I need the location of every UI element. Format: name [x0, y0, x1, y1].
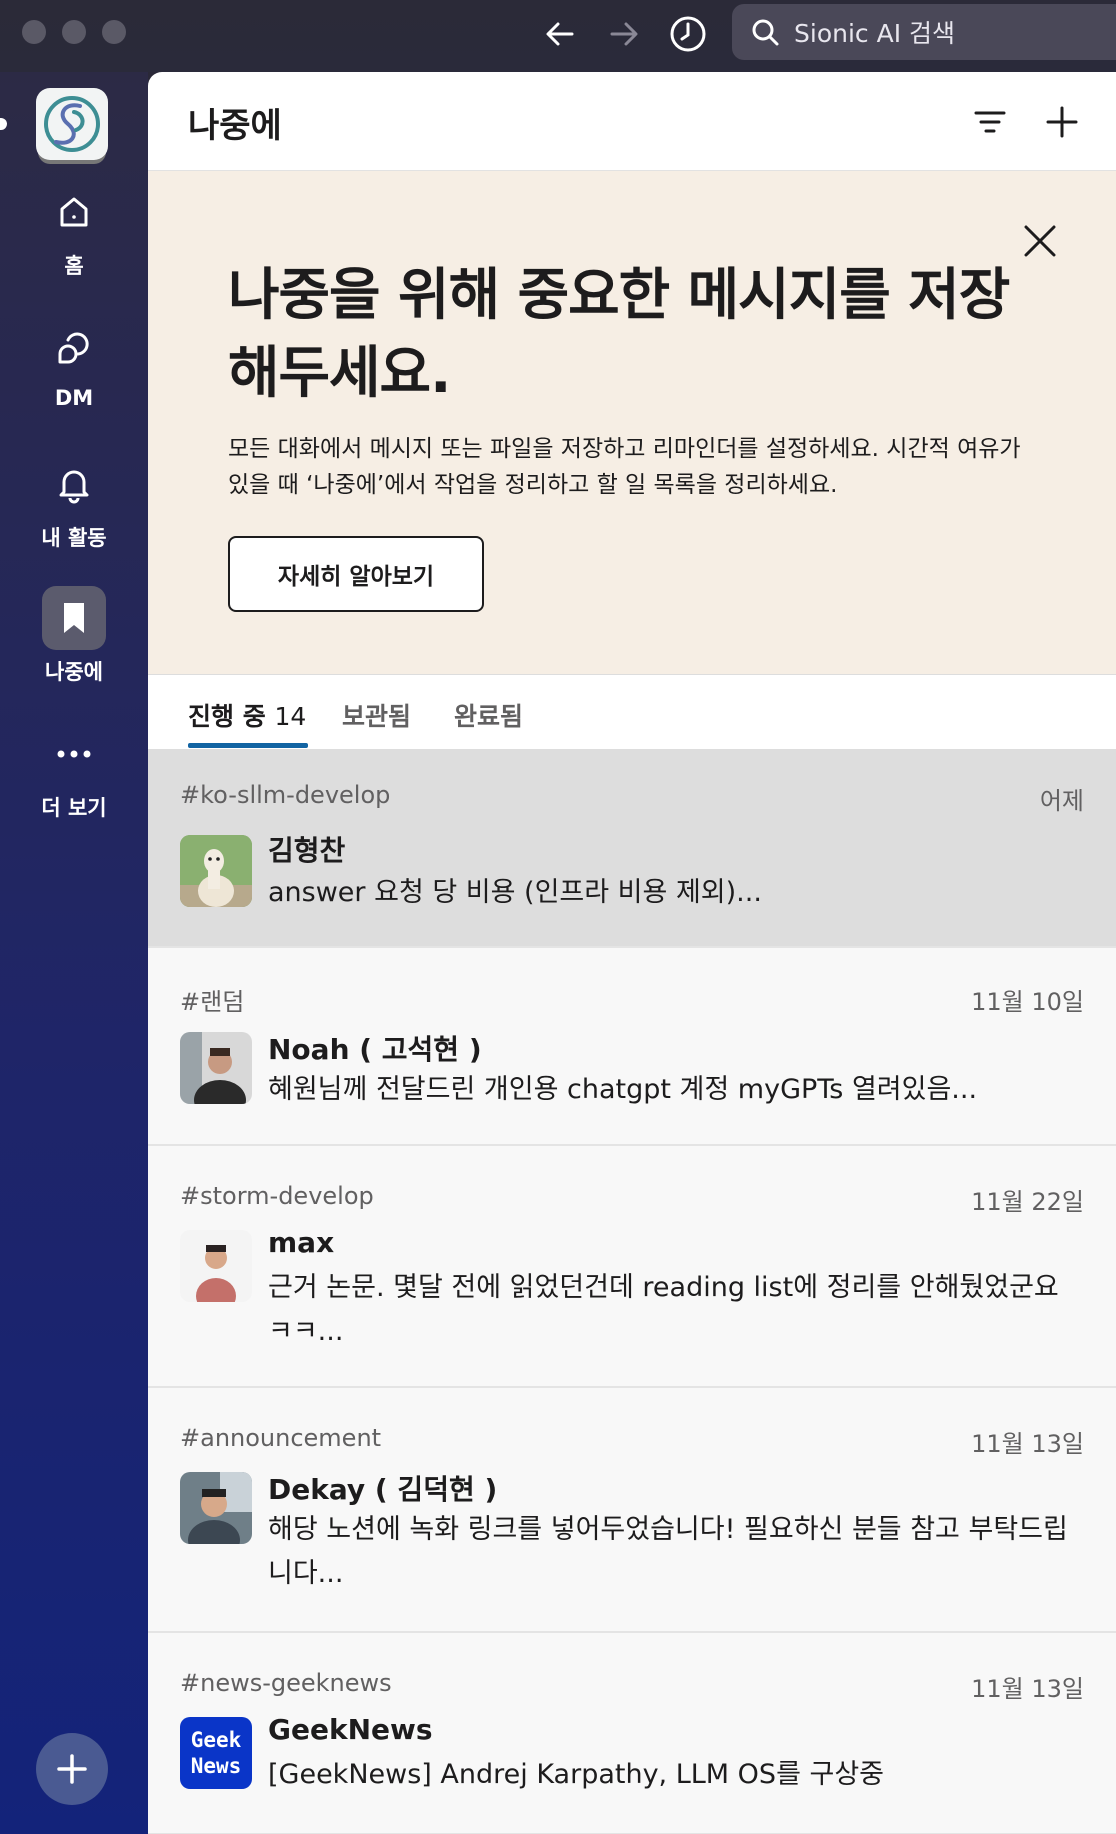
list-item[interactable]: #ko-sllm-develop 어제 김형찬 answer 요청 당 비용 (…	[148, 751, 1116, 948]
rail-item-more[interactable]: 더 보기	[0, 722, 148, 822]
bookmark-icon	[42, 586, 106, 650]
geeknews-logo: Geek News	[180, 1717, 252, 1789]
back-button[interactable]	[536, 10, 584, 58]
list-item[interactable]: #랜덤 11월 10일 Noah ( 고석현 ) 혜원님께 전달드린 개인용 c…	[148, 948, 1116, 1146]
page-title: 나중에	[188, 106, 282, 146]
plus-icon	[57, 1754, 87, 1784]
logo-text-line-1: Geek	[190, 1728, 242, 1752]
message-preview: answer 요청 당 비용 (인프라 비용 제외)...	[268, 877, 762, 908]
plus-icon	[1046, 106, 1078, 138]
list-item[interactable]: #announcement 11월 13일 Dekay ( 김덕현 ) 해당 노…	[148, 1388, 1116, 1633]
add-later-button[interactable]	[1040, 100, 1084, 144]
channel-name: #랜덤	[180, 988, 245, 1016]
message-preview: 혜원님께 전달드린 개인용 chatgpt 계정 myGPTs 열려있음...	[268, 1074, 978, 1105]
promo-close-button[interactable]	[1018, 219, 1062, 263]
channel-name: #ko-sllm-develop	[180, 781, 391, 809]
later-panel: 나중에 나중을 위해 중요한 메시지를 저장해두세요. 모든 대화에서 메시지 …	[148, 72, 1116, 1834]
tab-label: 진행 중	[188, 702, 266, 731]
filter-button[interactable]	[970, 102, 1010, 142]
sender-name: 김형찬	[268, 834, 346, 867]
sender-name: Dekay ( 김덕현 )	[268, 1473, 498, 1506]
filter-icon	[974, 111, 1006, 133]
rail-item-later[interactable]: 나중에	[0, 586, 148, 686]
arrow-left-icon	[546, 22, 574, 46]
tab-count: 14	[274, 702, 307, 731]
saved-date: 11월 13일	[971, 1430, 1084, 1458]
window-close-dot[interactable]	[22, 20, 46, 44]
saved-date: 11월 10일	[971, 988, 1084, 1016]
list-item[interactable]: #news-geeknews 11월 13일 Geek News GeekNew…	[148, 1633, 1116, 1834]
window-minimize-dot[interactable]	[62, 20, 86, 44]
close-icon	[1024, 225, 1056, 257]
channel-name: #announcement	[180, 1424, 382, 1452]
promo-banner: 나중을 위해 중요한 메시지를 저장해두세요. 모든 대화에서 메시지 또는 파…	[148, 171, 1116, 674]
forward-button[interactable]	[600, 10, 648, 58]
add-workspace-button[interactable]	[36, 1733, 108, 1805]
saved-date: 11월 13일	[971, 1675, 1084, 1703]
saved-date: 11월 22일	[971, 1188, 1084, 1216]
search-placeholder: Sionic AI 검색	[794, 19, 956, 48]
title-bar: Sionic AI 검색	[0, 0, 1116, 72]
dm-icon	[42, 316, 106, 380]
sender-name: Noah ( 고석현 )	[268, 1033, 482, 1066]
tab-bar: 진행 중 14 보관됨 완료됨	[148, 674, 1116, 751]
learn-more-button[interactable]: 자세히 알아보기	[228, 536, 484, 612]
bell-icon	[42, 452, 106, 516]
channel-name: #news-geeknews	[180, 1669, 392, 1697]
message-preview: [GeekNews] Andrej Karpathy, LLM OS를 구상중	[268, 1759, 885, 1790]
rail-label-later: 나중에	[45, 660, 103, 684]
rail-label-activity: 내 활동	[41, 526, 107, 550]
workspace-logo[interactable]	[36, 88, 108, 160]
more-icon	[42, 722, 106, 786]
rail-label-more: 더 보기	[41, 796, 107, 820]
search-bar[interactable]: Sionic AI 검색	[732, 4, 1116, 60]
avatar	[180, 1230, 252, 1302]
sender-name: max	[268, 1226, 335, 1259]
avatar	[180, 1032, 252, 1104]
sender-name: GeekNews	[268, 1713, 433, 1746]
search-icon	[748, 15, 782, 49]
arrow-right-icon	[610, 22, 638, 46]
active-workspace-indicator	[0, 118, 7, 130]
avatar	[180, 1472, 252, 1544]
channel-name: #storm-develop	[180, 1182, 374, 1210]
clock-icon	[670, 16, 706, 52]
history-button[interactable]	[664, 10, 712, 58]
promo-description: 모든 대화에서 메시지 또는 파일을 저장하고 리마인더를 설정하세요. 시간적…	[228, 436, 1021, 498]
panel-header: 나중에	[148, 72, 1116, 171]
saved-date: 어제	[1039, 787, 1084, 815]
workspace-rail: 홈 DM 내 활동 나중에 더 보기	[0, 72, 148, 1834]
rail-item-activity[interactable]: 내 활동	[0, 452, 148, 552]
tab-in-progress[interactable]: 진행 중 14	[188, 697, 306, 733]
sionic-logo-icon	[44, 96, 100, 152]
rail-item-home[interactable]: 홈	[0, 180, 148, 280]
home-icon	[42, 180, 106, 244]
rail-label-home: 홈	[64, 254, 84, 278]
rail-item-dm[interactable]: DM	[0, 316, 148, 410]
logo-text-line-2: News	[190, 1754, 242, 1778]
window-zoom-dot[interactable]	[102, 20, 126, 44]
message-preview: 근거 논문. 몇달 전에 읽었던건데 reading list에 정리를 안해뒀…	[268, 1272, 1059, 1347]
tab-archived[interactable]: 보관됨	[342, 697, 411, 733]
rail-label-dm: DM	[54, 386, 94, 410]
tab-completed[interactable]: 완료됨	[454, 697, 523, 733]
saved-items-list: #ko-sllm-develop 어제 김형찬 answer 요청 당 비용 (…	[148, 751, 1116, 1834]
avatar	[180, 835, 252, 907]
promo-heading: 나중을 위해 중요한 메시지를 저장해두세요.	[228, 263, 1010, 406]
list-item[interactable]: #storm-develop 11월 22일 max 근거 논문. 몇달 전에 …	[148, 1146, 1116, 1388]
tab-active-indicator	[188, 743, 308, 748]
message-preview: 해당 노션에 녹화 링크를 넣어두었습니다! 필요하신 분들 참고 부탁드립니다…	[268, 1514, 1068, 1589]
